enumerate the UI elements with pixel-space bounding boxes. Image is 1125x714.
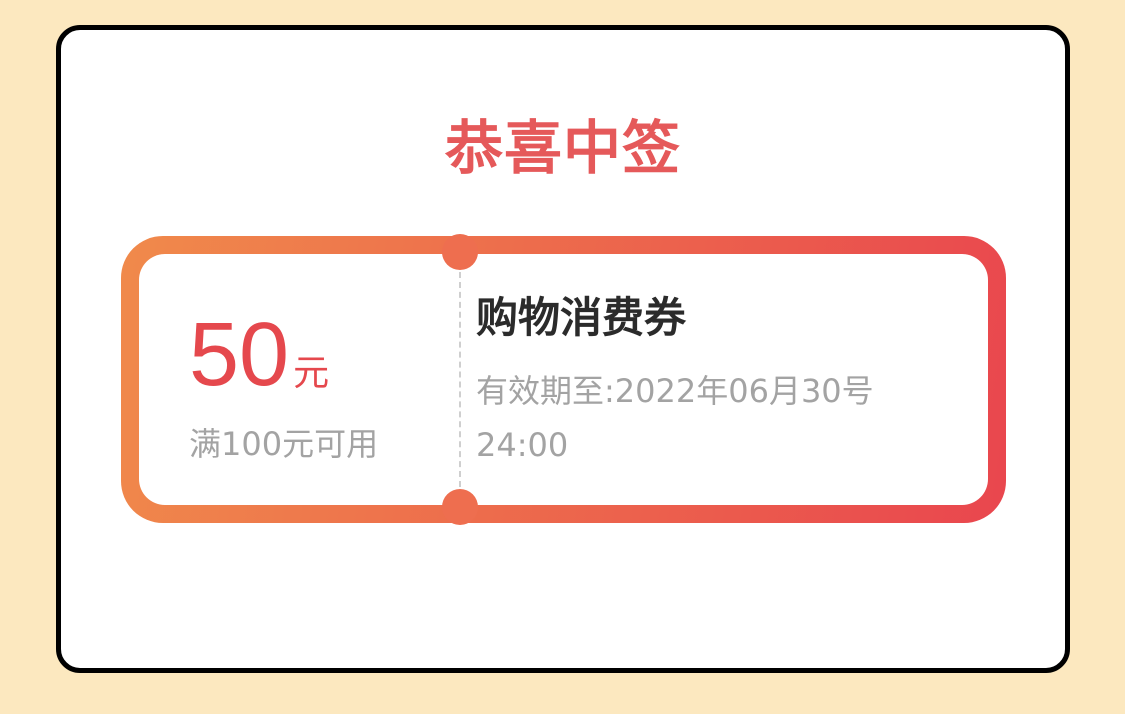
- page: 恭喜中签 50 元 满100元可用 购物消费券 有效期至:2022年06月30号2…: [0, 0, 1125, 714]
- coupon-card[interactable]: 50 元 满100元可用 购物消费券 有效期至:2022年06月30号24:00: [121, 234, 1006, 525]
- coupon-top-notch: [442, 234, 478, 270]
- coupon-dashed-divider: [459, 272, 461, 487]
- lottery-result-dialog: 恭喜中签 50 元 满100元可用 购物消费券 有效期至:2022年06月30号2…: [56, 25, 1070, 673]
- coupon-name: 购物消费券: [476, 293, 687, 342]
- coupon-amount: 50 元: [189, 310, 329, 400]
- coupon-bottom-notch: [442, 489, 478, 525]
- coupon-body: 50 元 满100元可用 购物消费券 有效期至:2022年06月30号24:00: [139, 234, 988, 525]
- dialog-title: 恭喜中签: [444, 114, 681, 182]
- coupon-amount-value: 50: [189, 305, 290, 405]
- coupon-validity: 有效期至:2022年06月30号24:00: [476, 372, 874, 464]
- coupon-amount-unit: 元: [293, 353, 330, 394]
- coupon-usage-condition: 满100元可用: [189, 425, 379, 463]
